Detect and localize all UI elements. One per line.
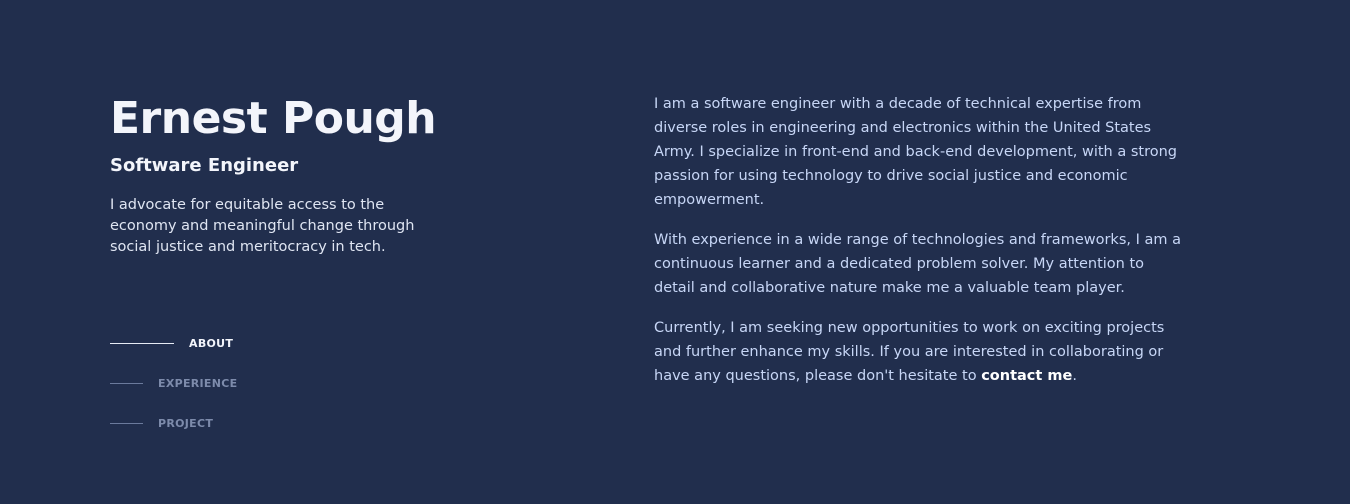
about-paragraph-1: I am a software engineer with a decade o… <box>654 96 1177 208</box>
profile-tagline: I advocate for equitable access to the e… <box>110 197 415 255</box>
nav-label-project: PROJECT <box>158 416 214 430</box>
profile-name: Ernest Pough <box>110 93 437 144</box>
nav-item-project[interactable]: PROJECT <box>110 413 237 433</box>
nav-indicator-line <box>110 382 143 384</box>
about-paragraph-3: Currently, I am seeking new opportunitie… <box>654 316 1189 388</box>
nav-label-experience: EXPERIENCE <box>158 376 238 390</box>
nav-indicator-line <box>110 422 143 424</box>
about-paragraph-2: With experience in a wide range of techn… <box>654 232 1181 296</box>
about-paragraph-3-end: . <box>1072 368 1077 384</box>
contact-me-link[interactable]: contact me <box>981 368 1072 384</box>
nav-label-about: ABOUT <box>189 336 234 350</box>
portfolio-page: Ernest Pough Software Engineer I advocat… <box>0 0 1350 504</box>
nav-indicator-line <box>110 342 174 344</box>
section-nav: ABOUT EXPERIENCE PROJECT <box>110 333 237 453</box>
about-paragraph-3-text: Currently, I am seeking new opportunitie… <box>654 320 1165 384</box>
nav-item-about[interactable]: ABOUT <box>110 333 237 353</box>
profile-header: Ernest Pough Software Engineer I advocat… <box>110 92 437 258</box>
about-section: I am a software engineer with a decade o… <box>654 92 1189 404</box>
nav-item-experience[interactable]: EXPERIENCE <box>110 373 237 393</box>
profile-title: Software Engineer <box>110 155 299 176</box>
